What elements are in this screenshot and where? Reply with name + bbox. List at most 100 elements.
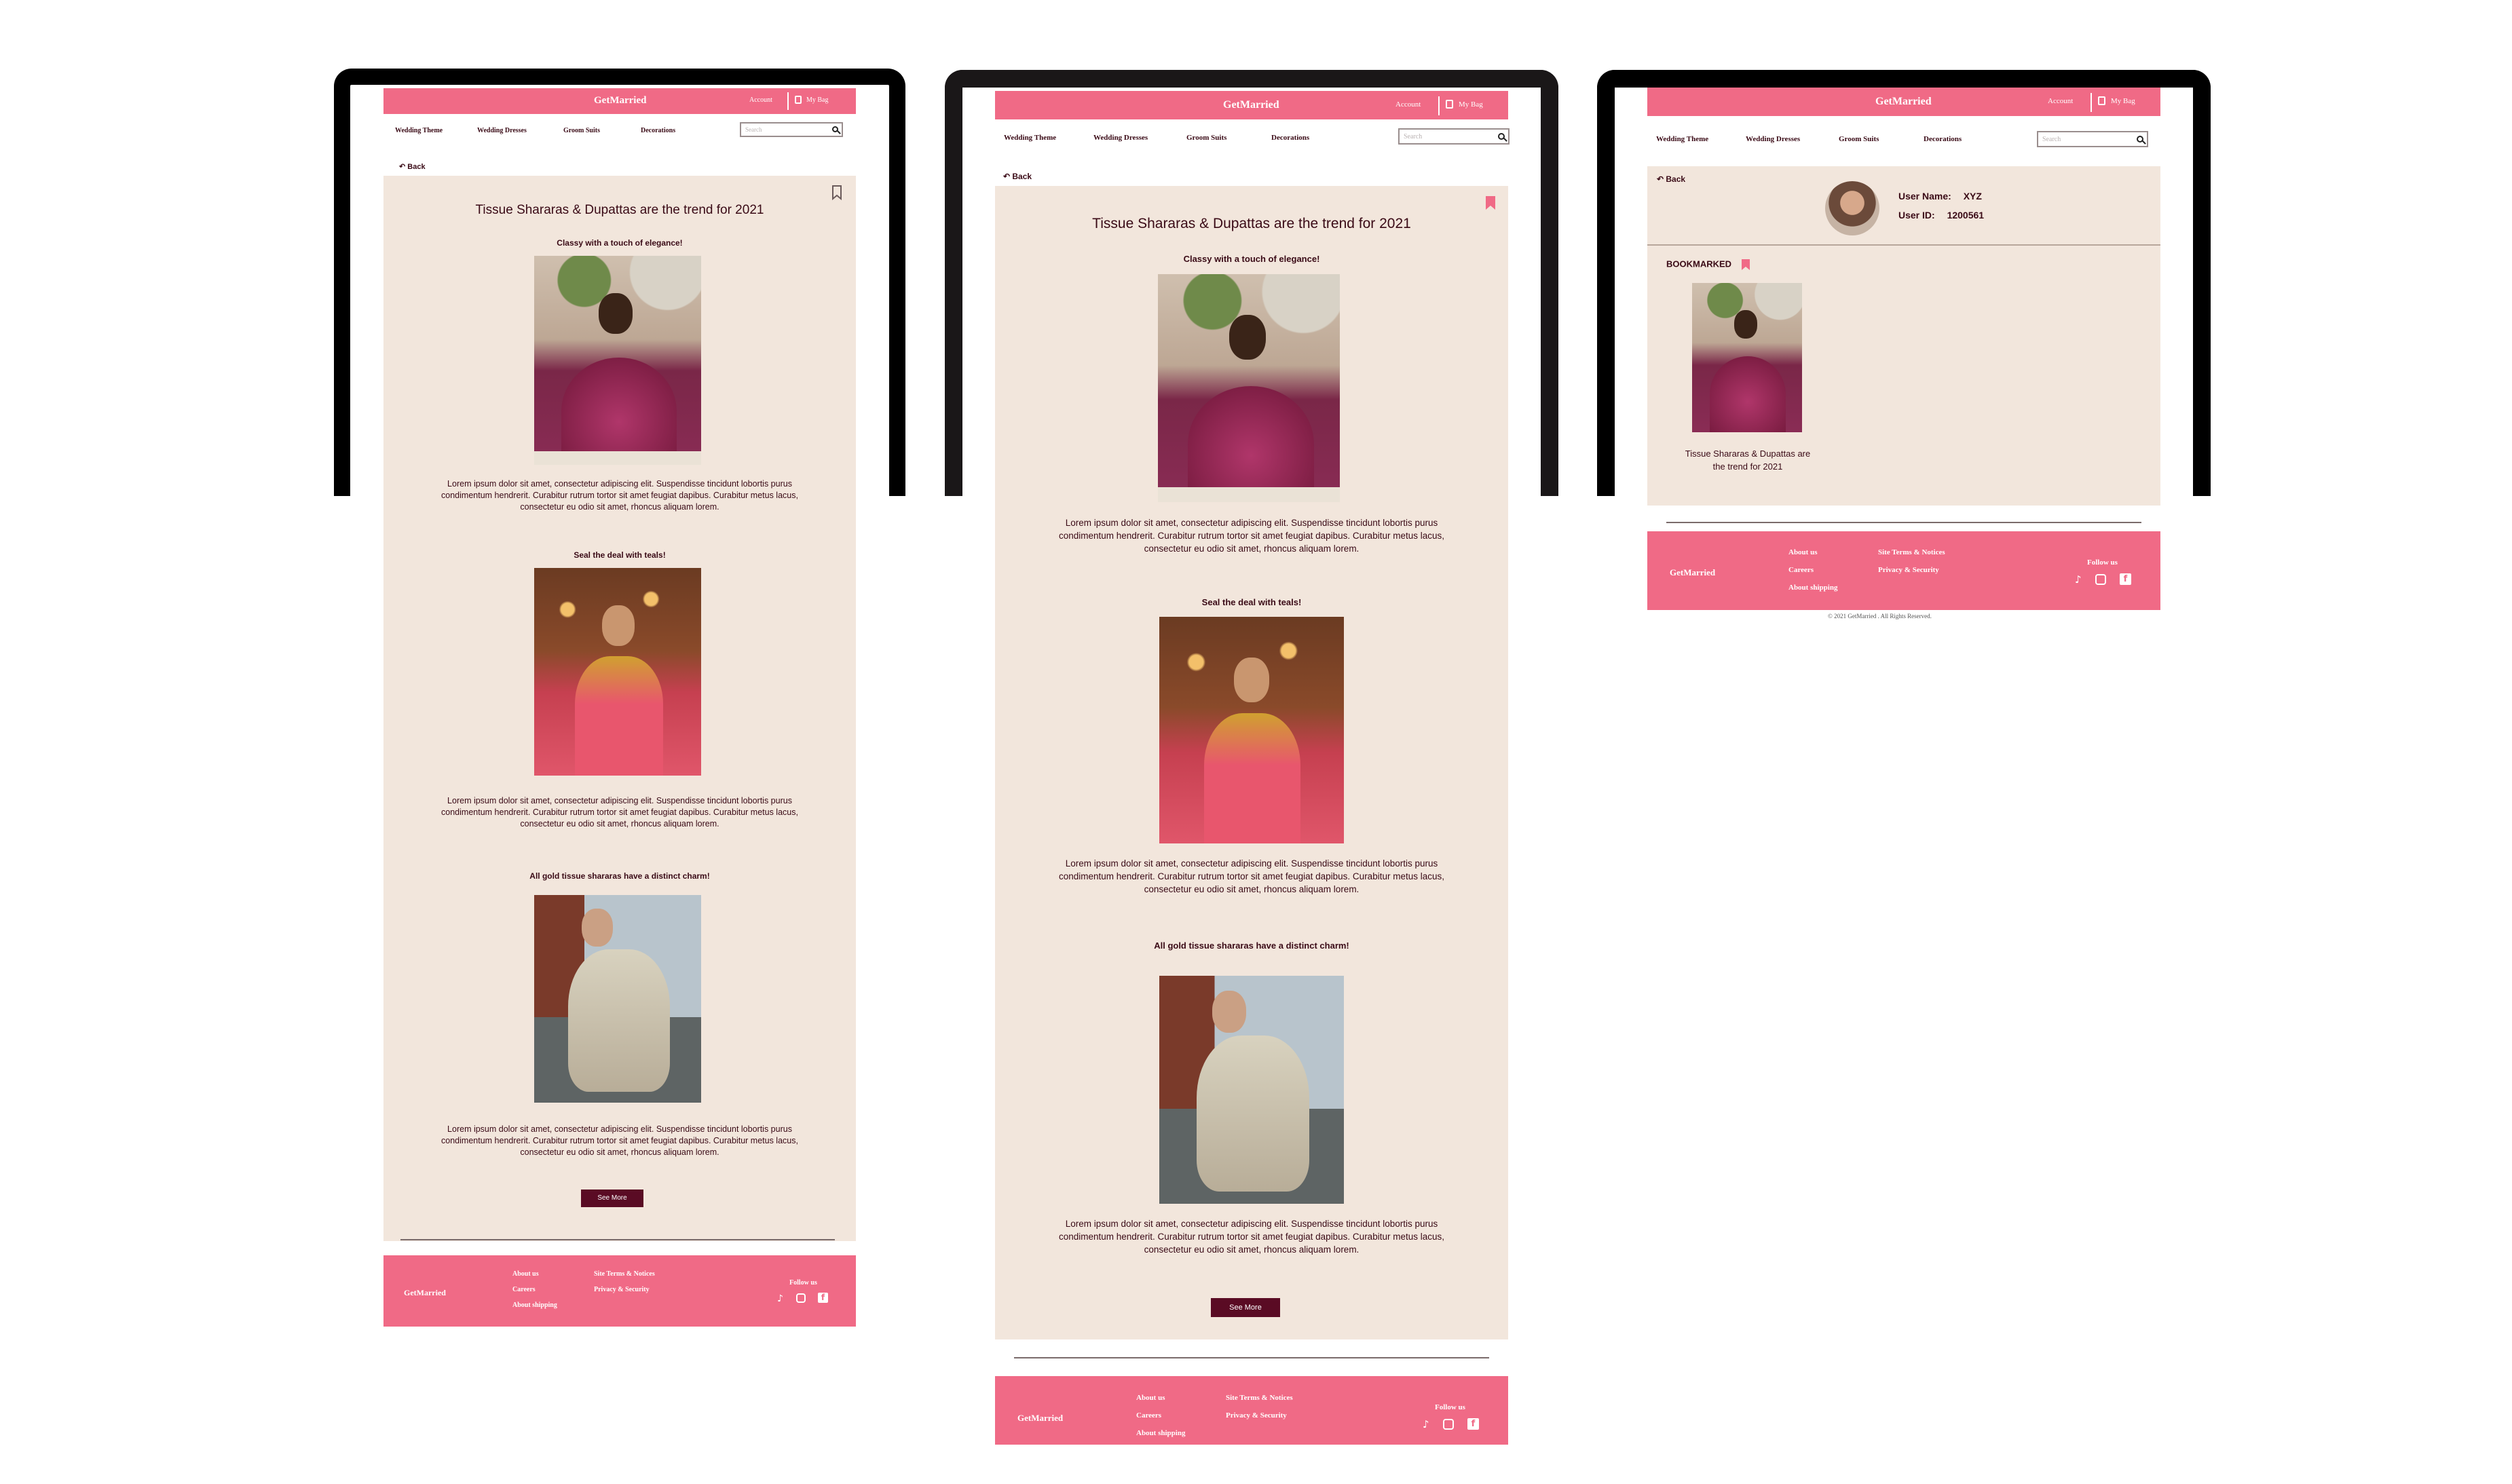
dress-photo-1[interactable] xyxy=(1158,274,1340,502)
footer-link-privacy[interactable]: Privacy & Security xyxy=(1226,1411,1287,1420)
nav-groom-suits[interactable]: Groom Suits xyxy=(563,127,600,134)
back-link[interactable]: ↶ Back xyxy=(1003,172,1032,181)
facebook-icon[interactable]: f xyxy=(1467,1418,1479,1430)
bookmark-icon[interactable] xyxy=(831,185,842,200)
search-placeholder: Search xyxy=(1404,133,1423,140)
see-more-button[interactable]: See More xyxy=(1211,1298,1280,1317)
top-header: GetMarried Account My Bag xyxy=(383,88,856,114)
search-icon[interactable] xyxy=(832,126,838,132)
footer-brand[interactable]: GetMarried xyxy=(404,1288,446,1298)
dress-photo-2[interactable] xyxy=(534,568,701,776)
footer-link-site-terms[interactable]: Site Terms & Notices xyxy=(1226,1394,1293,1402)
tiktok-icon[interactable]: ♪ xyxy=(2075,573,2082,586)
bookmarked-item-photo[interactable] xyxy=(1692,283,1802,432)
my-bag-link[interactable]: My Bag xyxy=(2111,97,2135,105)
bookmarked-item-title[interactable]: Tissue Shararas & Dupattas are the trend… xyxy=(1680,447,1816,473)
footer-link-careers[interactable]: Careers xyxy=(1136,1411,1161,1420)
account-link[interactable]: Account xyxy=(1395,100,1421,109)
facebook-icon[interactable]: f xyxy=(2120,573,2131,585)
bookmark-icon xyxy=(1741,259,1750,270)
footer-link-site-terms[interactable]: Site Terms & Notices xyxy=(1878,548,1945,556)
nav-wedding-theme[interactable]: Wedding Theme xyxy=(395,127,443,134)
section-heading: All gold tissue shararas have a distinct… xyxy=(529,871,710,881)
tiktok-icon[interactable]: ♪ xyxy=(777,1293,783,1304)
brand-logo[interactable]: GetMarried xyxy=(1875,96,1932,108)
footer-link-about-shipping[interactable]: About shipping xyxy=(1136,1429,1185,1437)
dress-photo-3[interactable] xyxy=(1159,976,1344,1204)
nav-wedding-dresses[interactable]: Wedding Dresses xyxy=(477,127,527,134)
my-bag-link[interactable]: My Bag xyxy=(806,96,829,104)
footer-divider xyxy=(400,1239,835,1240)
bookmark-icon[interactable] xyxy=(1485,195,1496,210)
footer-link-about-shipping[interactable]: About shipping xyxy=(512,1301,557,1309)
footer-brand[interactable]: GetMarried xyxy=(1670,567,1715,578)
back-link[interactable]: ↶ Back xyxy=(1657,174,1685,184)
section-heading: All gold tissue shararas have a distinct… xyxy=(1154,940,1349,951)
account-link[interactable]: Account xyxy=(2048,97,2073,105)
shopping-bag-icon[interactable] xyxy=(2098,96,2105,105)
nav-groom-suits[interactable]: Groom Suits xyxy=(1839,135,1879,143)
top-header: GetMarried Account My Bag xyxy=(1647,88,2160,116)
search-input[interactable]: Search xyxy=(740,122,843,137)
nav-groom-suits[interactable]: Groom Suits xyxy=(1186,134,1226,142)
section-text: Lorem ipsum dolor sit amet, consectetur … xyxy=(441,479,798,512)
screen-article-unbookmarked: GetMarried Account My Bag Wedding Theme … xyxy=(350,85,889,1327)
my-bag-link[interactable]: My Bag xyxy=(1459,100,1483,109)
section-text: Lorem ipsum dolor sit amet, consectetur … xyxy=(1058,1219,1444,1255)
see-more-button[interactable]: See More xyxy=(581,1190,643,1207)
footer-link-site-terms[interactable]: Site Terms & Notices xyxy=(594,1270,655,1278)
footer-link-about-us[interactable]: About us xyxy=(512,1270,539,1278)
back-label: Back xyxy=(407,163,426,171)
shopping-bag-icon[interactable] xyxy=(795,96,802,104)
nav-decorations[interactable]: Decorations xyxy=(1271,134,1309,142)
search-icon[interactable] xyxy=(1498,133,1505,140)
nav-wedding-dresses[interactable]: Wedding Dresses xyxy=(1093,134,1148,142)
nav-wedding-dresses[interactable]: Wedding Dresses xyxy=(1746,135,1800,143)
account-link[interactable]: Account xyxy=(749,96,772,104)
header-separator xyxy=(1438,96,1440,115)
search-placeholder: Search xyxy=(745,126,762,133)
user-name-label: User Name: xyxy=(1898,191,1951,202)
footer-link-about-shipping[interactable]: About shipping xyxy=(1788,584,1837,592)
nav-decorations[interactable]: Decorations xyxy=(1924,135,1962,143)
search-input[interactable]: Search xyxy=(1398,128,1510,145)
footer-brand[interactable]: GetMarried xyxy=(1017,1413,1063,1424)
facebook-icon[interactable]: f xyxy=(818,1293,828,1303)
tiktok-icon[interactable]: ♪ xyxy=(1423,1418,1429,1430)
nav-wedding-theme[interactable]: Wedding Theme xyxy=(1004,134,1056,142)
screen-article-bookmarked: GetMarried Account My Bag Wedding Theme … xyxy=(962,88,1541,1445)
dress-photo-3[interactable] xyxy=(534,895,701,1103)
shopping-bag-icon[interactable] xyxy=(1446,100,1453,109)
back-link[interactable]: ↶ Back xyxy=(399,162,426,171)
back-arrow-icon: ↶ xyxy=(1657,174,1666,184)
footer-link-about-us[interactable]: About us xyxy=(1788,548,1818,556)
search-input[interactable]: Search xyxy=(2037,131,2148,147)
footer-divider xyxy=(1666,522,2141,523)
section-text: Lorem ipsum dolor sit amet, consectetur … xyxy=(1058,518,1444,554)
site-footer: GetMarried About us Careers About shippi… xyxy=(1647,531,2160,610)
nav-decorations[interactable]: Decorations xyxy=(641,127,675,134)
dress-photo-1[interactable] xyxy=(534,256,701,465)
brand-logo[interactable]: GetMarried xyxy=(1223,99,1279,111)
footer-link-careers[interactable]: Careers xyxy=(512,1286,536,1293)
section-text: Lorem ipsum dolor sit amet, consectetur … xyxy=(441,796,798,829)
footer-link-privacy[interactable]: Privacy & Security xyxy=(594,1286,650,1293)
dress-photo-2[interactable] xyxy=(1159,617,1344,843)
footer-divider xyxy=(1014,1357,1489,1358)
nav-wedding-theme[interactable]: Wedding Theme xyxy=(1656,135,1708,143)
brand-logo[interactable]: GetMarried xyxy=(594,95,646,107)
follow-us-label: Follow us xyxy=(1435,1403,1465,1411)
footer-link-privacy[interactable]: Privacy & Security xyxy=(1878,566,1939,574)
instagram-icon[interactable] xyxy=(1443,1419,1454,1430)
site-footer: GetMarried About us Careers About shippi… xyxy=(383,1255,856,1327)
footer-link-about-us[interactable]: About us xyxy=(1136,1394,1165,1402)
user-id-label: User ID: xyxy=(1898,210,1935,221)
header-separator xyxy=(787,92,789,110)
instagram-icon[interactable] xyxy=(2095,574,2106,585)
user-id-value: 1200561 xyxy=(1947,210,1985,221)
copyright-icon: © xyxy=(1828,613,1835,620)
instagram-icon[interactable] xyxy=(796,1293,806,1303)
user-avatar[interactable] xyxy=(1825,181,1879,235)
footer-link-careers[interactable]: Careers xyxy=(1788,566,1814,574)
search-icon[interactable] xyxy=(2137,136,2143,142)
